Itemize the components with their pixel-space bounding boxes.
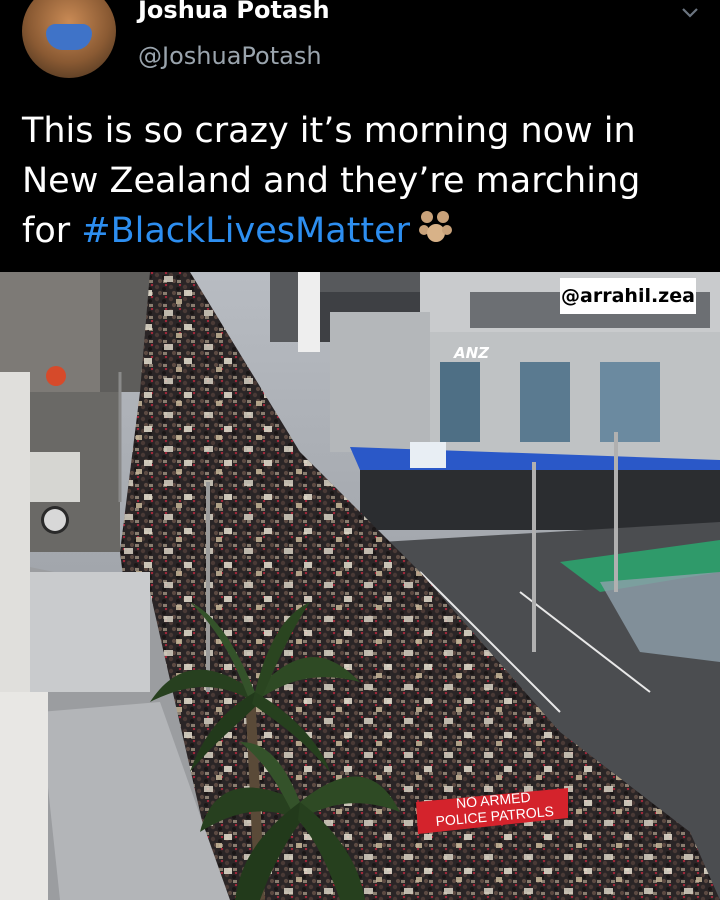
- tweet-text-line: This is so crazy it’s morning now in: [22, 111, 636, 151]
- user-handle[interactable]: @JoshuaPotash: [138, 40, 322, 72]
- paw-prints-icon: [416, 208, 456, 248]
- tweet-text-line: for #BlackLivesMatter: [22, 206, 702, 256]
- tweet-text-prefix: for: [22, 211, 82, 251]
- protest-photo[interactable]: ANZ NO ARMED POLICE PATROLS @arrahil.zea: [0, 272, 720, 900]
- tweet-text: This is so crazy it’s morning now in New…: [22, 106, 702, 256]
- street-scene: [0, 272, 720, 900]
- avatar[interactable]: [22, 0, 116, 78]
- watermark: @arrahil.zea: [560, 278, 696, 314]
- chevron-down-icon[interactable]: [680, 2, 700, 22]
- tweet-header: Joshua Potash @JoshuaPotash This is so c…: [0, 0, 720, 272]
- bank-sign: ANZ: [454, 344, 490, 362]
- display-name[interactable]: Joshua Potash: [138, 0, 330, 26]
- hashtag-link[interactable]: #BlackLivesMatter: [81, 211, 410, 251]
- tweet-text-line: New Zealand and they’re marching: [22, 161, 641, 201]
- face-mask-shape: [46, 24, 92, 50]
